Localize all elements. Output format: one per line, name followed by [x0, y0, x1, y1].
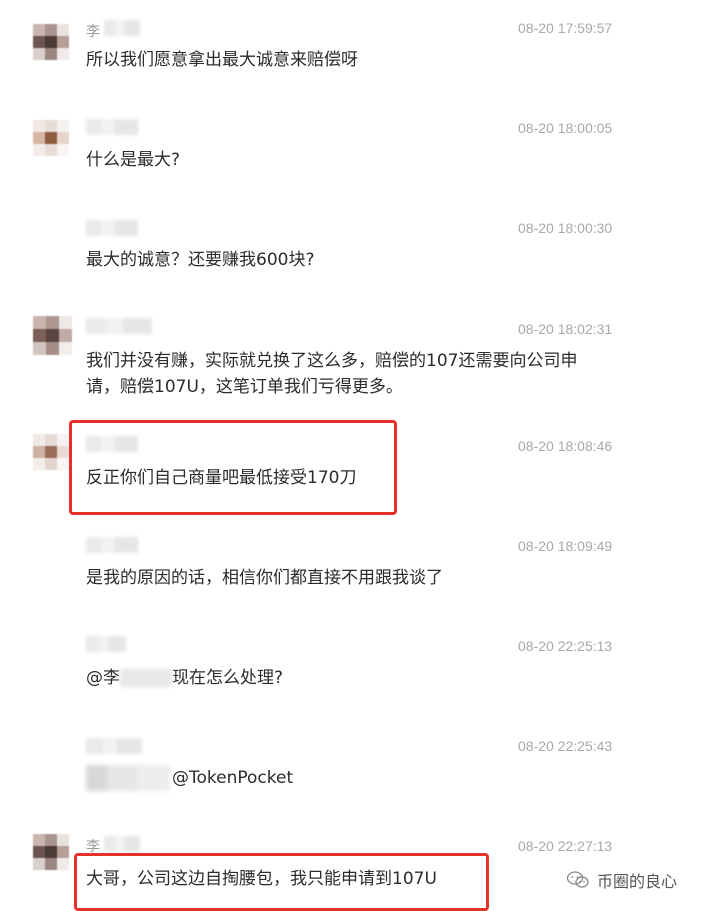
- watermark: 币圈的良心: [567, 868, 677, 892]
- avatar[interactable]: [33, 24, 69, 60]
- avatar[interactable]: [33, 434, 69, 470]
- watermark-text: 币圈的良心: [597, 872, 678, 891]
- message-text: 最大的诚意？还要赚我600块?: [86, 250, 315, 270]
- message-text: 是我的原因的话，相信你们都直接不用跟我谈了: [86, 568, 443, 588]
- sender-name-redacted: [86, 537, 138, 553]
- mention-name-redacted: [120, 669, 172, 687]
- timestamp: 08-20 18:02:31: [518, 321, 613, 337]
- mention-name-redacted: [86, 765, 170, 791]
- sender-name-redacted: [86, 738, 142, 754]
- message-text: 什么是最大?: [86, 150, 181, 170]
- timestamp: 08-20 18:00:05: [518, 120, 613, 136]
- message-text: @李 现在怎么处理?: [86, 665, 606, 691]
- sender-name-redacted: [86, 220, 138, 236]
- message-text: 我们并没有赚，实际就兑换了这么多，赔偿的107还需要向公司申请，赔偿107U，这…: [86, 351, 578, 397]
- highlight-box: [74, 853, 489, 911]
- avatar[interactable]: [33, 834, 69, 870]
- mention-link[interactable]: @TokenPocket: [172, 768, 293, 788]
- timestamp: 08-20 18:00:30: [518, 220, 613, 236]
- sender-name: 李: [86, 24, 100, 40]
- timestamp: 08-20 17:59:57: [518, 20, 613, 36]
- highlight-box: [69, 420, 397, 515]
- avatar[interactable]: [33, 120, 69, 156]
- sender-name-redacted: [86, 636, 126, 652]
- wechat-icon: [567, 871, 589, 888]
- sender-name-redacted: [86, 318, 152, 334]
- message-text: @TokenPocket: [86, 765, 606, 791]
- timestamp: 08-20 18:09:49: [518, 538, 613, 554]
- timestamp: 08-20 22:27:13: [518, 838, 613, 854]
- message-text: 所以我们愿意拿出最大诚意来赔偿呀: [86, 50, 358, 70]
- avatar[interactable]: [33, 316, 73, 356]
- sender-name-redacted: [104, 20, 140, 36]
- mention-prefix[interactable]: @李: [86, 668, 120, 688]
- sender-name-redacted: [86, 119, 138, 135]
- timestamp: 08-20 18:08:46: [518, 438, 613, 454]
- timestamp: 08-20 22:25:13: [518, 638, 613, 654]
- sender-name-redacted: [104, 836, 140, 852]
- timestamp: 08-20 22:25:43: [518, 738, 613, 754]
- message-suffix: 现在怎么处理?: [172, 668, 284, 688]
